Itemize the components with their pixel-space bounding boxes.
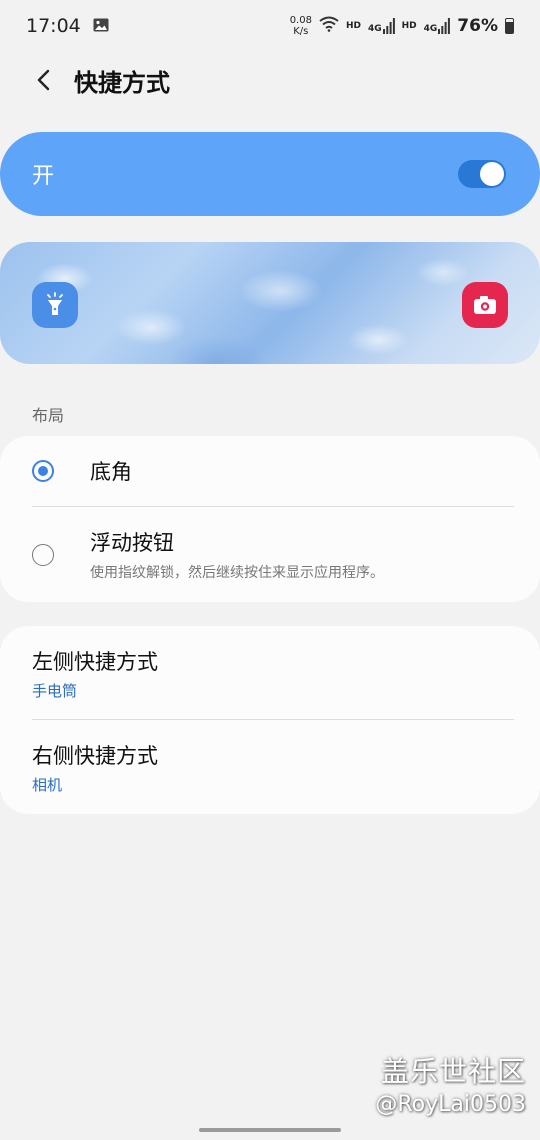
network-speed: 0.08 K/s (290, 15, 312, 37)
right-shortcut-value: 相机 (32, 776, 63, 794)
hd-badge-1: HD (345, 21, 361, 31)
watermark-username: @RoyLai0503 (375, 1092, 526, 1117)
flashlight-icon (47, 292, 63, 315)
wifi-icon (319, 16, 339, 37)
radio-unselected[interactable] (32, 544, 54, 566)
right-shortcut-title: 右侧快捷方式 (32, 744, 158, 768)
layout-options-card: 底角 浮动按钮 使用指纹解锁，然后继续按住来显示应用程序。 (0, 436, 540, 602)
gallery-icon (93, 15, 109, 37)
network-type-2: 4G (423, 24, 438, 34)
option-label: 底角 (90, 460, 132, 484)
back-button[interactable] (22, 58, 66, 102)
option-label: 浮动按钮 (90, 531, 174, 555)
master-toggle[interactable] (458, 160, 506, 188)
shortcut-preview (0, 242, 540, 364)
network-speed-value: 0.08 (289, 15, 312, 26)
clock: 17:04 (26, 15, 81, 37)
chevron-left-icon (37, 69, 50, 91)
status-bar-right: 0.08 K/s HD 4G HD 4G 76% (290, 15, 514, 37)
option-description: 使用指纹解锁，然后继续按住来显示应用程序。 (90, 565, 384, 581)
status-bar-left: 17:04 (26, 15, 109, 37)
network-type-1: 4G (367, 24, 382, 34)
network-speed-unit: K/s (293, 26, 309, 37)
shortcuts-card: 左侧快捷方式 手电筒 右侧快捷方式 相机 (0, 626, 540, 814)
battery-icon (505, 18, 514, 34)
master-switch-label: 开 (32, 164, 55, 189)
toggle-knob (480, 162, 504, 186)
battery-percent: 76% (457, 16, 498, 36)
master-switch-row[interactable]: 开 (0, 132, 540, 216)
gesture-nav-handle[interactable] (199, 1128, 341, 1132)
radio-selected[interactable] (32, 460, 54, 482)
app-bar: 快捷方式 (0, 52, 540, 108)
signal-icon-2: 4G (424, 18, 451, 34)
hd-badge-2: HD (401, 21, 417, 31)
left-shortcut-value: 手电筒 (32, 682, 78, 700)
flashlight-shortcut-preview (32, 282, 78, 328)
signal-icon-1: 4G (368, 18, 395, 34)
right-shortcut-row[interactable]: 右侧快捷方式 相机 (0, 720, 540, 814)
camera-icon (474, 296, 496, 314)
watermark-community: 盖乐世社区 (380, 1055, 526, 1088)
camera-shortcut-preview (462, 282, 508, 328)
layout-option-floating-button[interactable]: 浮动按钮 使用指纹解锁，然后继续按住来显示应用程序。 (0, 507, 540, 602)
left-shortcut-row[interactable]: 左侧快捷方式 手电筒 (0, 626, 540, 719)
layout-option-corner[interactable]: 底角 (0, 436, 540, 506)
layout-section-header: 布局 (32, 406, 65, 425)
page-title: 快捷方式 (74, 68, 170, 97)
status-bar: 17:04 0.08 K/s HD 4G HD 4G 76% (0, 0, 540, 52)
left-shortcut-title: 左侧快捷方式 (32, 650, 158, 674)
